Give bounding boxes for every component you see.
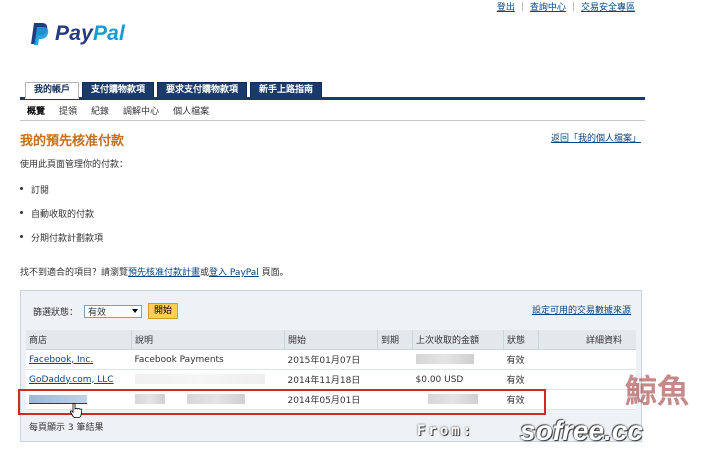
subnav-profile[interactable]: 個人檔案 — [173, 104, 209, 117]
filter-label: 篩選狀態： — [33, 307, 79, 318]
redacted-amount — [415, 354, 474, 365]
description-cell — [131, 369, 285, 390]
logout-link[interactable]: 登出 — [497, 0, 515, 13]
column-header-store[interactable]: 商店 — [26, 330, 132, 350]
tab-bar-underline — [20, 97, 645, 100]
table-row: Facebook, Inc. Facebook Payments 2015年01… — [26, 349, 636, 370]
start-date-cell: 2015年01月07日 — [284, 349, 378, 370]
status-select-value: 有效 — [88, 307, 107, 318]
status-filter: 篩選狀態： 有效 開始 — [33, 303, 179, 319]
preapproved-plans-link[interactable]: 預先核准付款計畫 — [128, 268, 200, 278]
transaction-data-settings-link[interactable]: 設定可用的交易數據來源 — [532, 303, 631, 316]
page-title: 我的預先核准付款 — [20, 134, 125, 149]
column-header-description[interactable]: 說明 — [131, 330, 285, 350]
separator: | — [520, 1, 524, 12]
description-cell: Facebook Payments — [131, 349, 285, 370]
separator: | — [571, 1, 575, 12]
watermark-mark: 鯨魚 — [625, 372, 690, 410]
subnav-divider — [20, 120, 645, 121]
tab-my-account[interactable]: 我的帳戶 — [25, 82, 80, 99]
tab-getting-started[interactable]: 新手上路指南 — [250, 82, 323, 98]
bullet-icon — [20, 235, 23, 238]
start-date-cell: 2014年11月18日 — [284, 369, 378, 390]
column-header-expiry[interactable]: 到期 — [377, 330, 413, 350]
subnav-resolution-center[interactable]: 調解中心 — [123, 104, 159, 117]
result-count: 每頁顯示 3 筆結果 — [29, 423, 104, 433]
details-cell[interactable] — [538, 389, 636, 410]
bullet-icon — [20, 187, 23, 190]
expiry-cell — [377, 369, 413, 390]
not-found-text: 找不到適合的項目？請瀏覽預先核准付款計畫或登入 PayPal 頁面。 — [20, 268, 289, 278]
details-cell[interactable] — [538, 369, 636, 390]
intro-text: 使用此頁面管理你的付款： — [20, 160, 129, 170]
sub-navigation: 概覽 提領 紀錄 調解中心 個人檔案 — [27, 104, 223, 117]
column-header-last-amount[interactable]: 上次收取的金額 — [412, 330, 504, 350]
start-filter-button[interactable]: 開始 — [148, 303, 179, 319]
watermark-from: From: — [417, 423, 475, 439]
store-link[interactable]: Facebook, Inc. — [29, 355, 93, 365]
column-header-start[interactable]: 開始 — [284, 330, 378, 350]
chevron-down-icon — [132, 309, 139, 313]
status-select[interactable]: 有效 — [84, 304, 143, 318]
watermark-site: sofree.cc — [520, 415, 643, 446]
paypal-wordmark: PayPal — [55, 22, 126, 45]
table-row: GoDaddy.com, LLC 2014年11月18日 $0.00 USD 有… — [26, 369, 636, 390]
return-to-profile-link[interactable]: 返回「我的個人檔案」 — [551, 131, 641, 144]
help-center-link[interactable]: 查詢中心 — [530, 0, 566, 13]
payment-type-list: 訂閱 自動收取的付款 分期付款計劃款項 — [20, 183, 103, 255]
column-header-details: 詳細資料 — [538, 330, 636, 350]
store-link[interactable]: GoDaddy.com, LLC — [29, 375, 114, 385]
table-header-row: 商店 說明 開始 到期 上次收取的金額 狀態 詳細資料 — [26, 330, 636, 350]
paypal-p-icon — [31, 23, 49, 45]
subnav-withdraw[interactable]: 提領 — [59, 104, 77, 117]
security-center-link[interactable]: 交易安全專區 — [581, 0, 635, 13]
list-item: 訂閱 — [20, 183, 103, 207]
details-cell[interactable] — [538, 349, 636, 370]
list-item: 自動收取的付款 — [20, 207, 103, 231]
last-amount-cell: $0.00 USD — [412, 369, 504, 390]
login-paypal-link[interactable]: 登入 PayPal — [209, 268, 259, 278]
list-item: 分期付款計劃款項 — [20, 231, 103, 255]
subnav-overview[interactable]: 概覽 — [27, 104, 45, 117]
hand-cursor-icon — [70, 403, 82, 418]
status-cell: 有效 — [503, 349, 539, 370]
tab-request-payment[interactable]: 要求支付購物款項 — [157, 82, 248, 98]
tab-send-payment[interactable]: 支付購物款項 — [82, 82, 155, 98]
subnav-history[interactable]: 紀錄 — [91, 104, 109, 117]
top-links: 登出 | 查詢中心 | 交易安全專區 — [497, 0, 635, 14]
last-amount-cell — [412, 349, 504, 370]
highlight-box — [18, 389, 546, 415]
paypal-logo[interactable]: PayPal — [29, 22, 125, 46]
column-header-status[interactable]: 狀態 — [503, 330, 539, 350]
expiry-cell — [377, 349, 413, 370]
bullet-icon — [20, 211, 23, 214]
status-cell: 有效 — [503, 369, 539, 390]
redacted-description — [134, 374, 265, 385]
